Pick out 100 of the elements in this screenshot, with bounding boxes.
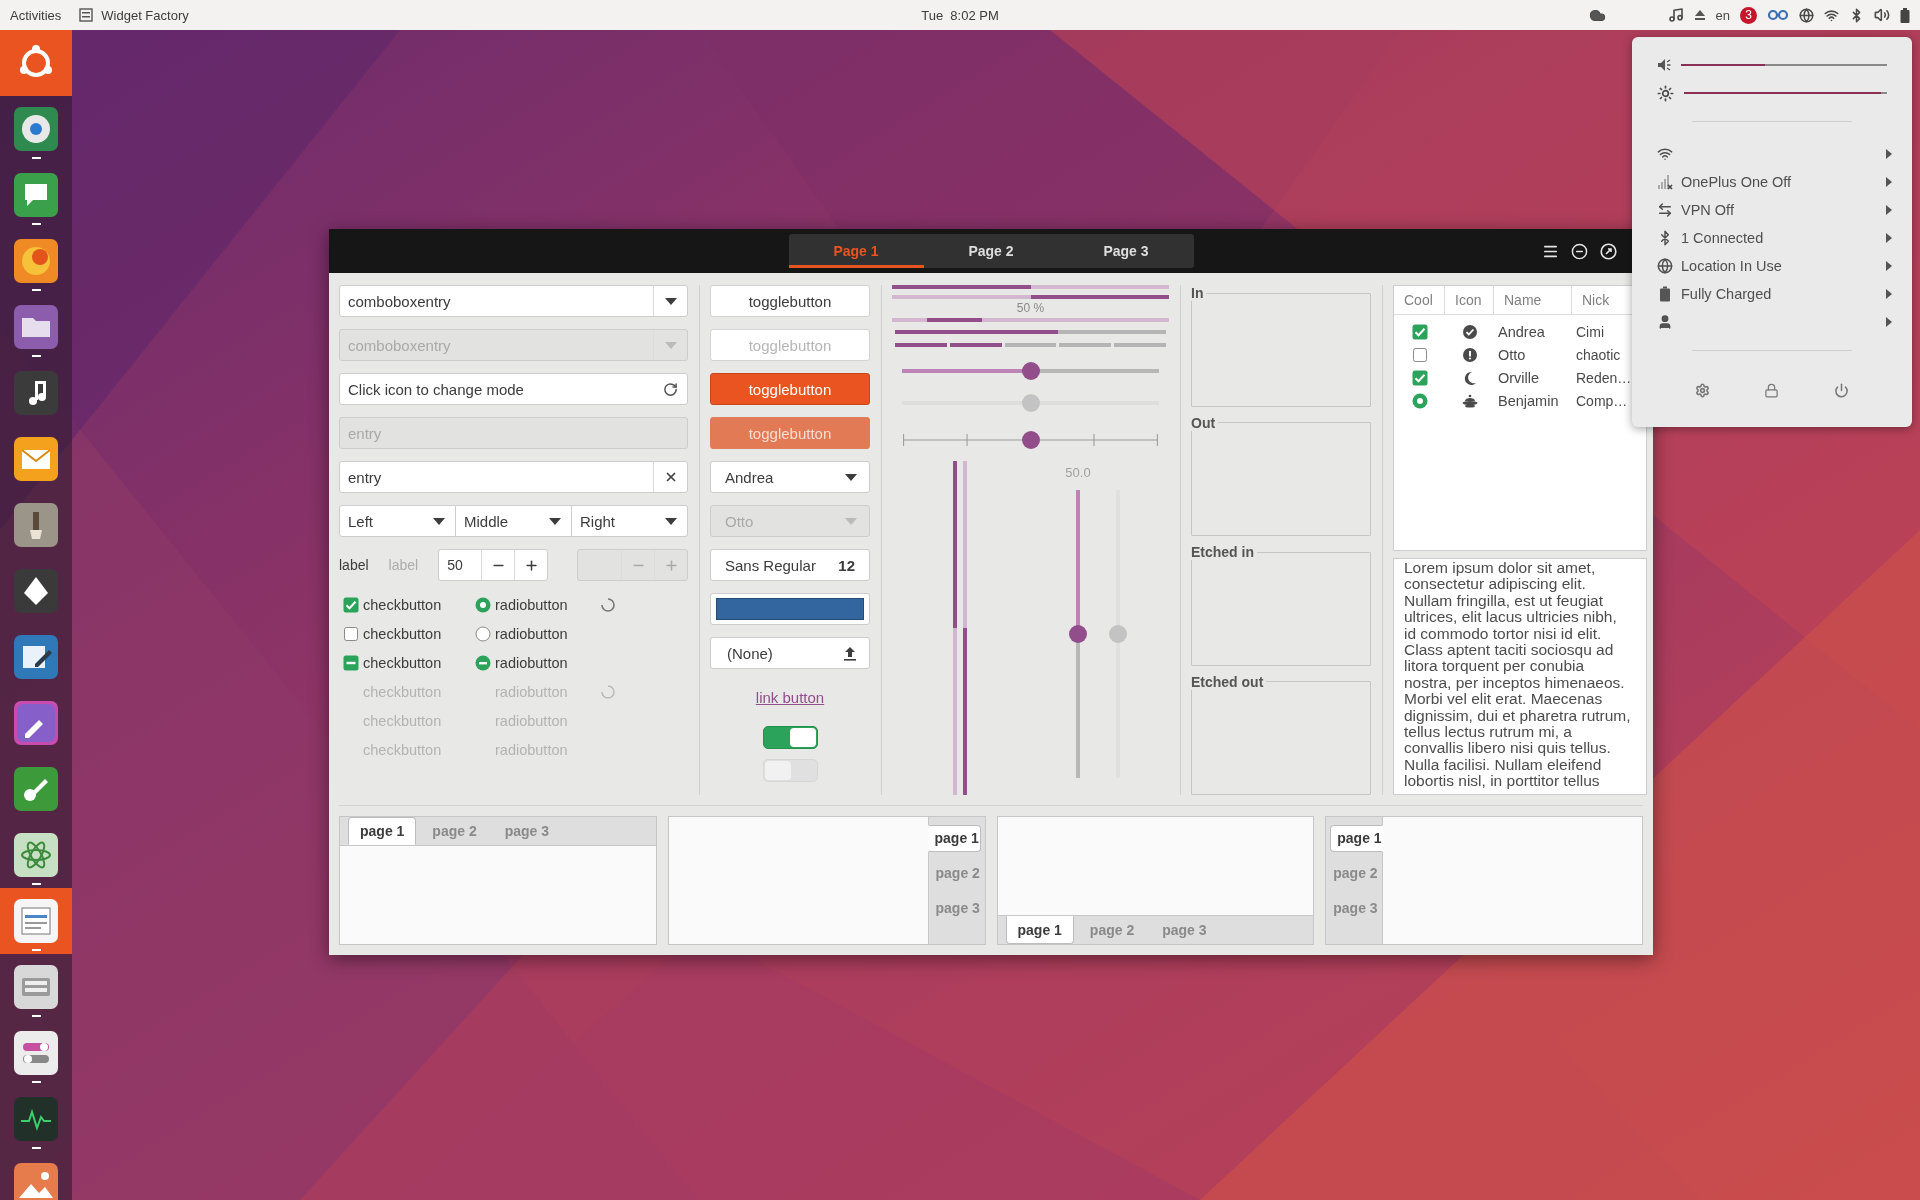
submenu-arrow-icon bbox=[1886, 205, 1892, 215]
switch[interactable] bbox=[762, 726, 818, 749]
tab[interactable]: page 1 bbox=[927, 825, 981, 852]
table-cell-text: chaotic bbox=[1575, 345, 1622, 365]
tab[interactable]: Page 1 bbox=[788, 234, 924, 268]
column-header[interactable]: Cool bbox=[1394, 286, 1445, 314]
checkbox-label[interactable]: checkbutton bbox=[363, 625, 442, 642]
menu-item-label: OnePlus One Off bbox=[1681, 174, 1793, 190]
folder-icon[interactable] bbox=[13, 304, 59, 350]
keyboard-layout[interactable]: en bbox=[1715, 7, 1730, 23]
spin-button[interactable]: 50 bbox=[438, 549, 549, 581]
file-button[interactable]: (None) bbox=[710, 637, 870, 669]
atom-icon[interactable] bbox=[13, 832, 59, 878]
plus-icon[interactable] bbox=[523, 557, 539, 573]
entry-field[interactable]: entry bbox=[339, 461, 688, 493]
maximize-icon[interactable] bbox=[1600, 242, 1617, 260]
color-button[interactable] bbox=[710, 593, 870, 625]
tab[interactable]: page 1 bbox=[348, 817, 417, 845]
envelope-icon[interactable] bbox=[13, 436, 59, 482]
chain-icon[interactable] bbox=[1767, 9, 1789, 21]
entry-field[interactable]: Click icon to change mode bbox=[339, 373, 688, 405]
ring-icon[interactable] bbox=[13, 106, 59, 152]
keyboard-icon[interactable] bbox=[13, 964, 59, 1010]
checkbox[interactable] bbox=[1411, 323, 1428, 340]
table-cell-text: Cimi bbox=[1575, 322, 1605, 342]
globe-icon[interactable] bbox=[1799, 7, 1814, 23]
slider-thumb[interactable] bbox=[1021, 431, 1040, 449]
wifi-icon[interactable] bbox=[1824, 7, 1839, 23]
radio-icon[interactable] bbox=[475, 654, 491, 671]
radio-icon[interactable] bbox=[475, 596, 491, 613]
toggle-button[interactable]: togglebutton bbox=[710, 285, 870, 317]
frame-label: Etched out bbox=[1191, 673, 1265, 690]
slider[interactable] bbox=[902, 430, 1159, 450]
checkbox[interactable] bbox=[343, 654, 359, 671]
upload-icon bbox=[843, 645, 857, 661]
link[interactable]: link button bbox=[755, 689, 825, 706]
power-icon[interactable] bbox=[1833, 383, 1849, 398]
app-menu[interactable]: Widget Factory bbox=[79, 7, 189, 23]
moon-icon bbox=[1462, 370, 1477, 385]
volume-icon[interactable] bbox=[1874, 7, 1890, 23]
slider[interactable] bbox=[902, 361, 1159, 381]
font-button[interactable]: Sans Regular 12 bbox=[710, 549, 870, 581]
menu-item[interactable]: Location In Use bbox=[1632, 252, 1912, 280]
frame-label: Etched in bbox=[1191, 544, 1255, 560]
tab[interactable]: page 1 bbox=[1005, 916, 1074, 944]
column-header[interactable]: Name bbox=[1494, 286, 1572, 314]
menu-item[interactable]: VPN Off bbox=[1632, 196, 1912, 224]
text-view[interactable]: Lorem ipsum dolor sit amet, consectetur adipiscing elit. Nullam fringilla, est ut feugiat ultrices, elit lacus ultricies nibh, id commodo tortor nisi id elit. Class aptent taciti sociosqu ad litora torquent per conubia nostra, per inceptos himenaeos. Morbi vel elit erat. Maecenas dignissim, dui et pharetra rutrum, tellus lectus rutrum mi, a convallis libero nisi quis tellus. Nulla facilisi. Nullam eleifend lobortis nisl, in porttitor tellus bbox=[1393, 558, 1647, 795]
checkbox[interactable] bbox=[1411, 346, 1428, 363]
music-icon[interactable] bbox=[1667, 7, 1684, 23]
landscape-icon[interactable] bbox=[13, 1162, 59, 1200]
checkbox[interactable] bbox=[343, 596, 359, 613]
speech-bubble-icon[interactable] bbox=[13, 172, 59, 218]
music-note-icon[interactable] bbox=[13, 370, 59, 416]
lock-icon[interactable] bbox=[1764, 383, 1780, 398]
combo-entry[interactable]: comboboxentry bbox=[339, 285, 688, 317]
pulse-icon[interactable] bbox=[13, 1096, 59, 1142]
pen-nib-icon[interactable] bbox=[13, 568, 59, 614]
minimize-icon[interactable] bbox=[1571, 242, 1588, 260]
checkbox-label[interactable]: checkbutton bbox=[363, 654, 442, 671]
radio-label[interactable]: radiobutton bbox=[495, 625, 568, 642]
key-icon[interactable] bbox=[13, 766, 59, 812]
tab[interactable]: Page 2 bbox=[923, 234, 1059, 268]
activities-button[interactable]: Activities bbox=[10, 7, 62, 23]
refresh-icon[interactable] bbox=[662, 381, 678, 397]
toggle-button[interactable]: togglebutton bbox=[710, 373, 870, 405]
home-button[interactable] bbox=[0, 30, 72, 96]
globe-icon bbox=[1657, 258, 1673, 274]
dropper-icon[interactable] bbox=[13, 700, 59, 746]
checkbox[interactable] bbox=[1411, 369, 1428, 386]
checkbox-label[interactable]: checkbutton bbox=[363, 596, 442, 613]
column-header[interactable]: Icon bbox=[1445, 286, 1494, 314]
settings-icon[interactable] bbox=[1695, 383, 1711, 398]
menu-item[interactable]: OnePlus One Off bbox=[1632, 168, 1912, 196]
radio-icon[interactable] bbox=[1411, 392, 1428, 409]
combo-box[interactable]: Right bbox=[572, 505, 688, 537]
window-icon bbox=[79, 8, 94, 22]
radio-label[interactable]: radiobutton bbox=[495, 654, 568, 671]
slider-thumb[interactable] bbox=[1021, 362, 1040, 380]
menu-item[interactable]: 1 Connected bbox=[1632, 224, 1912, 252]
radio-icon[interactable] bbox=[475, 625, 491, 642]
eject-icon[interactable] bbox=[1693, 9, 1706, 21]
vertical-slider[interactable] bbox=[1069, 490, 1087, 778]
brush-icon[interactable] bbox=[13, 502, 59, 548]
clock[interactable]: Tue 8:02 PM bbox=[921, 7, 999, 23]
combo-box[interactable]: Middle bbox=[456, 505, 572, 537]
pencil-icon[interactable] bbox=[13, 634, 59, 680]
radio-label[interactable]: radiobutton bbox=[495, 596, 568, 613]
notification-badge[interactable]: 3 bbox=[1740, 6, 1757, 24]
speaker-icon bbox=[1657, 58, 1671, 72]
tab[interactable]: page 1 bbox=[1330, 825, 1384, 852]
window-icon[interactable] bbox=[13, 898, 59, 944]
combo-box[interactable]: Andrea bbox=[710, 461, 870, 493]
combo-box[interactable]: Left bbox=[339, 505, 456, 537]
tab[interactable]: Page 3 bbox=[1058, 234, 1194, 268]
caret-icon bbox=[845, 517, 857, 525]
checkbox[interactable] bbox=[343, 625, 359, 642]
slider-thumb[interactable] bbox=[1069, 625, 1087, 643]
battery-icon[interactable] bbox=[1900, 7, 1910, 23]
toggle-icon[interactable] bbox=[13, 1030, 59, 1076]
